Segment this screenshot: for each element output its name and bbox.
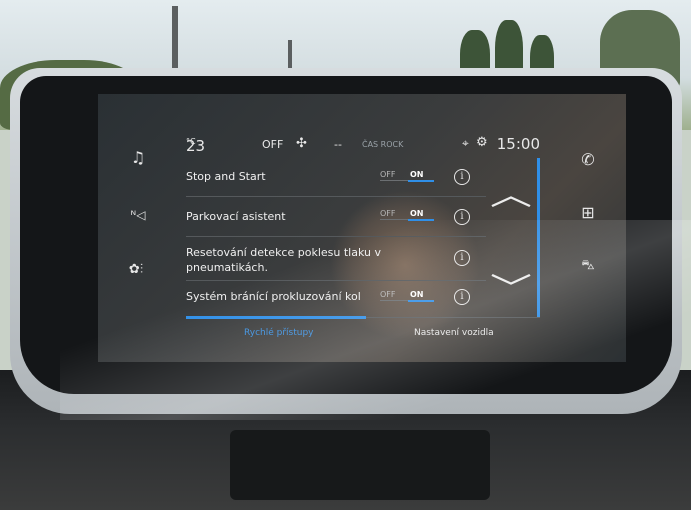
toggle-off-label: OFF [380, 290, 396, 299]
fan-icon[interactable]: ✣ [296, 136, 307, 151]
active-tab-indicator [186, 316, 366, 319]
clock: 15:00 [496, 135, 540, 153]
music-icon[interactable]: ♫ [126, 150, 150, 166]
location-icon: ⌖ [462, 136, 469, 150]
row-tire-pressure-reset[interactable]: Resetování detekce poklesu tlaku v pneum… [186, 245, 386, 275]
settings-gear-icon[interactable]: ⚙ [476, 135, 488, 150]
toggle-indicator [408, 300, 434, 302]
phone-icon[interactable]: ✆ [576, 152, 600, 168]
scrollbar[interactable] [537, 158, 540, 318]
row-divider [186, 196, 486, 197]
power-pole [172, 6, 178, 76]
row-label: Systém bránící prokluzování kol [186, 290, 361, 303]
toggle-on-label: ON [410, 170, 424, 179]
navigation-icon[interactable]: ᴺ◁ [126, 207, 150, 223]
row-label: Parkovací asistent [186, 210, 286, 223]
toggle-indicator [408, 180, 434, 182]
fan-state[interactable]: OFF [262, 138, 283, 151]
row-label: Stop and Start [186, 170, 266, 183]
toggle-off-label: OFF [380, 170, 396, 179]
info-icon[interactable]: i [454, 289, 470, 305]
chevron-down-icon[interactable]: ﹀ [490, 264, 532, 308]
apps-grid-icon[interactable]: ⊞ [576, 205, 600, 221]
toggle-stop-start[interactable]: OFF ON [380, 170, 434, 184]
toggle-off-label: OFF [380, 209, 396, 218]
toggle-indicator [408, 219, 434, 221]
tab-divider [366, 317, 540, 318]
air-vent [230, 430, 490, 500]
row-stop-start: Stop and Start [186, 170, 486, 183]
radio-station[interactable]: ČAS ROCK [362, 140, 403, 149]
climate-icon[interactable]: ✿⫶ [124, 262, 148, 278]
status-bar: 23 °C OFF ✣ -- ČAS ROCK ⌖ ⚙ 15:00 [186, 135, 540, 155]
toggle-traction-control[interactable]: OFF ON [380, 290, 434, 304]
chevron-up-icon[interactable]: ︿ [490, 170, 532, 214]
bottom-tabs: Rychlé přístupy Nastavení vozidla [186, 316, 540, 342]
tab-quick-access[interactable]: Rychlé přístupy [244, 328, 314, 338]
row-traction-control: Systém bránící prokluzování kol [186, 290, 486, 303]
toggle-on-label: ON [410, 290, 424, 299]
row-label: Resetování detekce poklesu tlaku v pneum… [186, 246, 381, 274]
row-divider [186, 280, 486, 281]
toggle-on-label: ON [410, 209, 424, 218]
toggle-parking-assist[interactable]: OFF ON [380, 209, 434, 223]
car-icon[interactable]: ⛍ [576, 258, 600, 274]
separator: -- [334, 138, 342, 151]
tab-vehicle-settings[interactable]: Nastavení vozidla [414, 328, 494, 338]
info-icon[interactable]: i [454, 209, 470, 225]
info-icon[interactable]: i [454, 169, 470, 185]
row-divider [186, 236, 486, 237]
row-parking-assist: Parkovací asistent [186, 210, 486, 223]
info-icon[interactable]: i [454, 250, 470, 266]
